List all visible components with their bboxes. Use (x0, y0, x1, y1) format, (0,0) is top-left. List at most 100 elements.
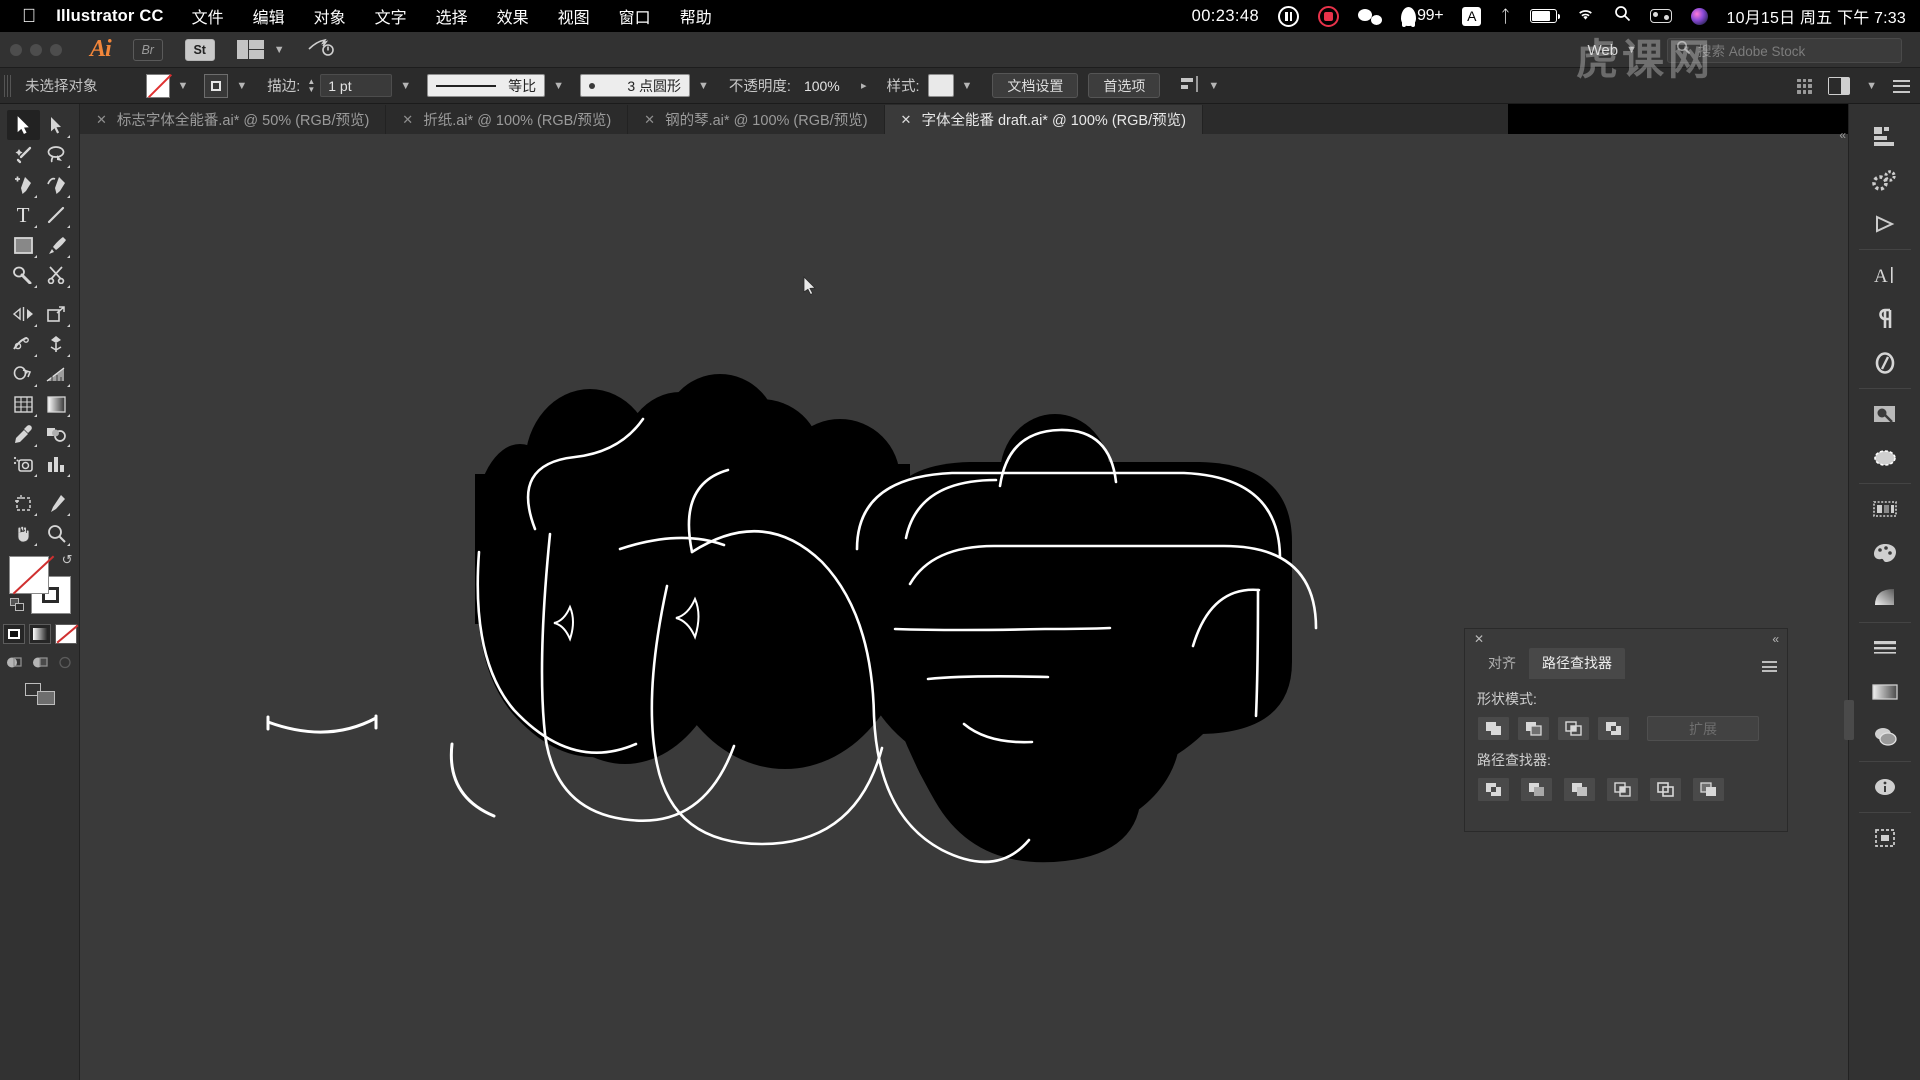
width-tool[interactable] (7, 329, 40, 359)
close-icon[interactable]: ✕ (1474, 632, 1484, 646)
chevron-down-icon[interactable]: ▼ (1208, 80, 1219, 92)
apple-icon[interactable]:  (22, 7, 36, 26)
menu-item-type[interactable]: 文字 (375, 4, 407, 28)
battery-icon[interactable] (1529, 9, 1560, 23)
chevron-down-icon[interactable]: ▼ (698, 80, 709, 92)
grid-view-icon[interactable] (1797, 78, 1813, 94)
siri-icon[interactable] (1690, 7, 1708, 25)
minus-front-icon[interactable] (1517, 716, 1550, 741)
menu-item-select[interactable]: 选择 (436, 4, 468, 28)
transparency-icon[interactable] (1863, 436, 1907, 480)
gradient-tool[interactable] (40, 389, 73, 419)
bridge-button[interactable]: Br (132, 38, 163, 61)
menu-item-help[interactable]: 帮助 (680, 4, 712, 28)
line-segment-tool[interactable] (40, 200, 73, 230)
trim-icon[interactable] (1520, 777, 1553, 802)
outline-icon[interactable] (1649, 777, 1682, 802)
scale-tool[interactable] (40, 299, 73, 329)
collapse-panel-icon[interactable]: « (1839, 128, 1846, 142)
mesh-tool[interactable] (7, 389, 40, 419)
document-tab[interactable]: ✕ 折纸.ai* @ 100% (RGB/预览) (386, 105, 629, 134)
stroke-profile-select[interactable]: 等比 (427, 74, 546, 97)
menu-item-file[interactable]: 文件 (192, 4, 224, 28)
document-tab[interactable]: ✕ 标志字体全能番.ai* @ 50% (RGB/预览) (80, 105, 387, 134)
symbol-sprayer-tool[interactable] (7, 449, 40, 479)
paragraph-icon[interactable] (1863, 297, 1907, 341)
swap-fill-stroke-icon[interactable]: ↺ (62, 552, 73, 568)
minimize-window-button[interactable] (30, 43, 42, 56)
shaper-tool[interactable] (7, 260, 40, 290)
chevron-down-icon[interactable]: ▼ (236, 80, 247, 92)
appearance-icon[interactable] (1863, 714, 1907, 758)
column-graph-tool[interactable] (40, 449, 73, 479)
stock-button[interactable]: St (184, 38, 215, 61)
brush-definition-select[interactable]: 3 点圆形 (580, 74, 691, 97)
glyphs-icon[interactable] (1863, 341, 1907, 385)
info-icon[interactable] (1863, 765, 1907, 809)
input-source-icon[interactable]: A (1462, 6, 1482, 26)
zoom-tool[interactable] (40, 518, 73, 548)
selection-tool[interactable] (6, 110, 40, 140)
lasso-tool[interactable] (40, 140, 73, 170)
image-trace-icon[interactable] (1863, 392, 1907, 436)
align-icon[interactable] (1180, 75, 1200, 96)
menu-item-view[interactable]: 视图 (558, 4, 590, 28)
chevron-down-icon[interactable]: ▼ (274, 44, 285, 56)
intersect-icon[interactable] (1557, 716, 1590, 741)
minus-back-icon[interactable] (1692, 777, 1725, 802)
divide-icon[interactable] (1477, 777, 1510, 802)
slice-tool[interactable] (40, 488, 73, 518)
panel-menu-icon[interactable] (1893, 79, 1910, 93)
menu-item-effect[interactable]: 效果 (497, 4, 529, 28)
eyedropper-tool[interactable] (7, 419, 40, 449)
character-icon[interactable]: A (1863, 253, 1907, 297)
rectangle-tool[interactable] (7, 230, 40, 260)
stock-search-input[interactable]: 搜索 Adobe Stock (1667, 37, 1902, 63)
draw-behind-icon[interactable] (30, 653, 50, 671)
draw-normal-icon[interactable] (4, 653, 24, 671)
artboard-tool[interactable] (7, 488, 40, 518)
qq-icon[interactable]: 99+ (1401, 6, 1444, 27)
close-window-button[interactable] (10, 43, 22, 56)
blob-lettering-artwork[interactable] (80, 134, 1848, 1080)
control-center-icon[interactable] (1649, 9, 1672, 23)
panel-menu-icon[interactable] (1762, 661, 1777, 672)
vertical-scrollbar[interactable] (1844, 700, 1854, 740)
wifi-icon[interactable] (1576, 7, 1595, 26)
wechat-icon[interactable] (1358, 7, 1383, 25)
gradient-icon[interactable] (1863, 575, 1907, 619)
close-icon[interactable]: ✕ (644, 112, 655, 128)
curvature-tool[interactable] (40, 170, 73, 200)
dock-panels-icon[interactable] (1828, 77, 1851, 95)
pathfinder-panel[interactable]: ✕ « 对齐 路径查找器 形状模式: 扩展 路径查找器: (1464, 628, 1788, 832)
chevron-down-icon[interactable]: ▼ (1866, 80, 1877, 92)
artboard-canvas[interactable] (80, 134, 1848, 1080)
close-icon[interactable]: ✕ (402, 112, 413, 128)
stroke-weight-stepper[interactable]: ▲ ▼ (307, 78, 315, 94)
arrange-documents-icon[interactable] (236, 39, 265, 60)
chevron-down-icon[interactable]: ▼ (553, 80, 564, 92)
crop-icon[interactable] (1606, 777, 1639, 802)
record-icon[interactable] (1318, 5, 1340, 27)
blend-tool[interactable] (40, 419, 73, 449)
merge-icon[interactable] (1563, 777, 1596, 802)
stroke-weight-input[interactable]: 1 pt (320, 74, 393, 97)
scissors-tool[interactable] (40, 260, 73, 290)
swatches-icon[interactable] (1863, 487, 1907, 531)
menu-item-edit[interactable]: 编辑 (253, 4, 285, 28)
direct-selection-tool[interactable] (40, 110, 73, 140)
chevron-down-icon[interactable]: ▼ (178, 80, 189, 92)
document-tab[interactable]: ✕ 钢的琴.ai* @ 100% (RGB/预览) (628, 105, 885, 134)
tab-align[interactable]: 对齐 (1475, 648, 1529, 679)
menu-bar-datetime[interactable]: 10月15日 周五 下午 7:33 (1727, 4, 1906, 28)
chevron-down-icon[interactable]: ▼ (400, 80, 411, 92)
layers-icon[interactable] (1863, 114, 1907, 158)
actions-icon[interactable] (1863, 158, 1907, 202)
fill-none-swatch[interactable] (8, 556, 49, 594)
close-icon[interactable]: ✕ (96, 112, 107, 128)
opacity-input[interactable]: 100% (797, 74, 855, 97)
chevron-right-icon[interactable]: ▸ (861, 79, 867, 92)
pen-tool[interactable] (7, 170, 40, 200)
close-icon[interactable]: ✕ (901, 112, 912, 128)
tab-pathfinder[interactable]: 路径查找器 (1529, 648, 1625, 679)
